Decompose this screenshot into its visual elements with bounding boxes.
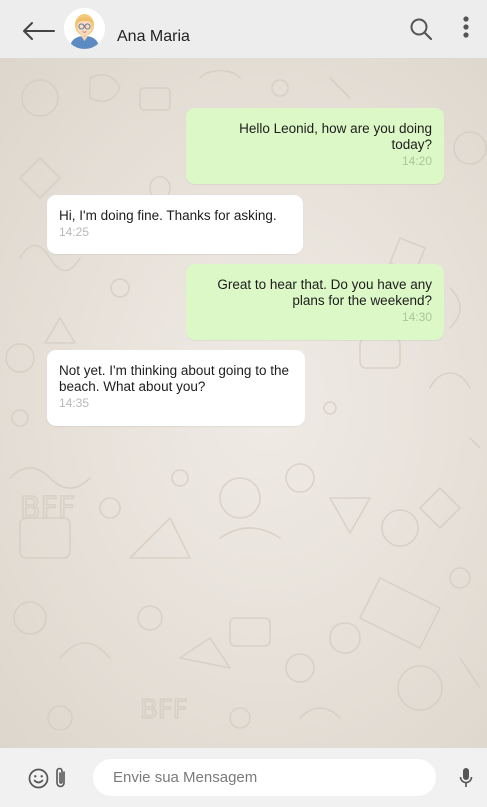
message-text: Hi, I'm doing fine. Thanks for asking. [59, 208, 277, 223]
chat-header: Ana Maria [0, 0, 487, 58]
message-bubble-outgoing[interactable]: Great to hear that. Do you have any plan… [186, 264, 444, 340]
microphone-icon [459, 768, 473, 787]
microphone-button[interactable] [458, 766, 474, 790]
message-text: Great to hear that. Do you have any plan… [217, 277, 432, 308]
paperclip-icon [56, 767, 65, 788]
search-icon [410, 18, 433, 41]
chat-area[interactable]: BFF BFF Hello Leonid, how are you doing … [0, 58, 487, 748]
avatar-image [64, 8, 105, 49]
back-button[interactable] [20, 17, 56, 45]
message-composer [0, 748, 487, 807]
message-bubble-incoming[interactable]: Hi, I'm doing fine. Thanks for asking. 1… [47, 195, 303, 254]
search-button[interactable] [408, 16, 434, 42]
message-text: Not yet. I'm thinking about going to the… [59, 363, 289, 394]
message-bubble-outgoing[interactable]: Hello Leonid, how are you doing today? 1… [186, 108, 444, 184]
message-time: 14:25 [59, 225, 90, 239]
menu-button[interactable] [459, 15, 473, 43]
contact-name[interactable]: Ana Maria [117, 28, 190, 46]
message-input[interactable] [93, 759, 436, 796]
emoji-icon [28, 768, 49, 789]
message-time: 14:35 [59, 396, 90, 410]
message-time: 14:30 [401, 310, 432, 324]
attach-button[interactable] [53, 766, 69, 790]
svg-text:BFF: BFF [20, 491, 75, 526]
svg-text:BFF: BFF [140, 695, 188, 725]
message-bubble-incoming[interactable]: Not yet. I'm thinking about going to the… [47, 350, 305, 426]
back-arrow-icon [23, 22, 55, 40]
message-text: Hello Leonid, how are you doing today? [239, 121, 432, 152]
emoji-button[interactable] [28, 768, 49, 789]
message-time: 14:20 [401, 154, 432, 168]
more-vertical-icon [463, 16, 469, 38]
avatar[interactable] [64, 8, 105, 49]
